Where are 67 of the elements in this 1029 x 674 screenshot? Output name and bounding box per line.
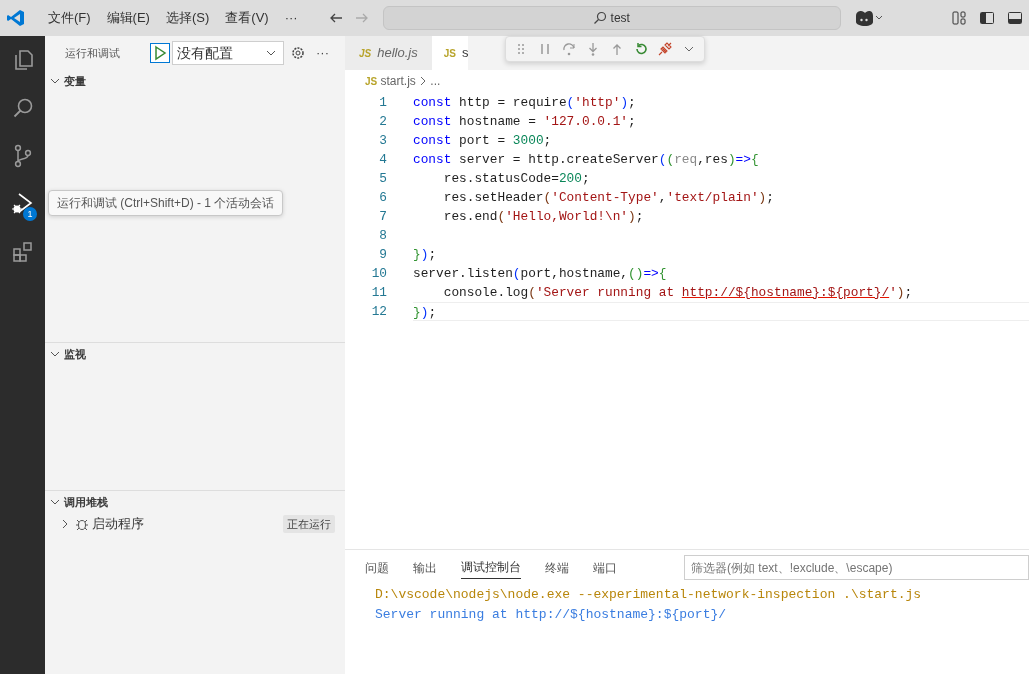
line-number: 2 (378, 113, 387, 131)
run-button[interactable] (150, 43, 170, 63)
sidebar-toggle-icon[interactable] (979, 10, 995, 26)
sidebar-title: 运行和调试 (65, 45, 121, 61)
editor-tab[interactable]: JS s (431, 36, 469, 70)
js-file-icon: JS (365, 73, 378, 89)
panel-tab[interactable]: 端口 (593, 556, 617, 579)
line-number: 3 (378, 132, 387, 150)
code-line: }); (413, 246, 437, 264)
panel-tab[interactable]: 调试控制台 (461, 556, 521, 579)
section-header[interactable]: 变量 (64, 72, 87, 90)
app-logo[interactable] (6, 8, 26, 28)
search-icon (593, 11, 608, 25)
panel-tab[interactable]: 终端 (545, 556, 569, 579)
chevron-right-icon (419, 76, 428, 86)
code-line: const port = 3000; (413, 132, 552, 150)
code-line: res.statusCode=200; (442, 170, 590, 188)
code-line: const http = require('http'); (413, 94, 636, 112)
status-label: 正在运行 (283, 514, 335, 534)
bug-icon (75, 517, 89, 531)
line-number: 8 (378, 227, 387, 245)
code-line: }); (413, 304, 437, 320)
code-line: res.setHeader('Content-Type','text/plain'); (442, 189, 774, 207)
line-number: 7 (378, 208, 387, 226)
notification-badge: 1 (23, 207, 37, 221)
filter-field[interactable]: 筛选器(例如 text、!exclude、\escape) (684, 555, 1029, 580)
settings-icon[interactable] (290, 45, 306, 61)
extensions-icon[interactable] (10, 240, 35, 264)
panel-tab[interactable]: 问题 (365, 556, 389, 579)
config-dropdown[interactable]: 没有配置 (172, 41, 284, 65)
code-line: console.log('Server running at http://${hostname}:${port}/'); (442, 284, 913, 302)
menu-item[interactable]: 选择(S) (157, 8, 218, 28)
line-number: 11 (370, 284, 387, 302)
breadcrumb-item[interactable]: start.js (380, 72, 416, 90)
step-over-icon[interactable] (562, 42, 576, 56)
code-line: res.end('Hello,World!\n'); (442, 208, 644, 226)
console-line: D:\vscode\nodejs\node.exe --experimental-network-inspection .\start.js (374, 586, 923, 604)
editor-tab[interactable]: JS hello.js (345, 36, 432, 70)
menu-item[interactable]: 查看(V) (217, 8, 277, 28)
code-line: const hostname = '127.0.0.1'; (413, 113, 636, 131)
menu-item[interactable]: ··· (276, 8, 306, 28)
console-line: Server running at http://${hostname}:${port}/ (374, 606, 728, 624)
line-number: 5 (378, 170, 387, 188)
line-number: 1 (378, 94, 387, 112)
tooltip: 运行和调试 (Ctrl+Shift+D) - 1 个活动会话 (48, 190, 284, 216)
disconnect-icon[interactable] (658, 42, 672, 56)
line-number: 10 (370, 265, 387, 283)
code-line: const server = http.createServer((req,res)=>{ (413, 151, 759, 169)
section-header[interactable]: 监视 (64, 345, 87, 363)
js-file-icon: JS (443, 45, 456, 61)
menu-item[interactable]: 编辑(E) (98, 8, 158, 28)
line-number: 6 (378, 189, 387, 207)
section-header[interactable]: 调用堆栈 (64, 493, 109, 511)
breadcrumb-item[interactable]: ... (430, 72, 441, 90)
restart-icon[interactable] (634, 42, 648, 56)
code-line: server.listen(port,hostname,()=>{ (413, 265, 667, 283)
line-number: 4 (378, 151, 387, 169)
menu-item[interactable]: 文件(F) (40, 8, 99, 28)
line-number: 12 (370, 303, 387, 321)
js-file-icon: JS (359, 45, 372, 61)
call-stack-item[interactable]: 启动程序 (92, 514, 283, 534)
line-number: 9 (378, 246, 387, 264)
more-actions-button[interactable]: ··· (316, 43, 329, 63)
panel-tab[interactable]: 输出 (413, 556, 437, 579)
panel-toggle-icon[interactable] (1007, 10, 1023, 26)
search-box[interactable]: test (382, 6, 841, 30)
layout-icon[interactable] (951, 10, 967, 26)
